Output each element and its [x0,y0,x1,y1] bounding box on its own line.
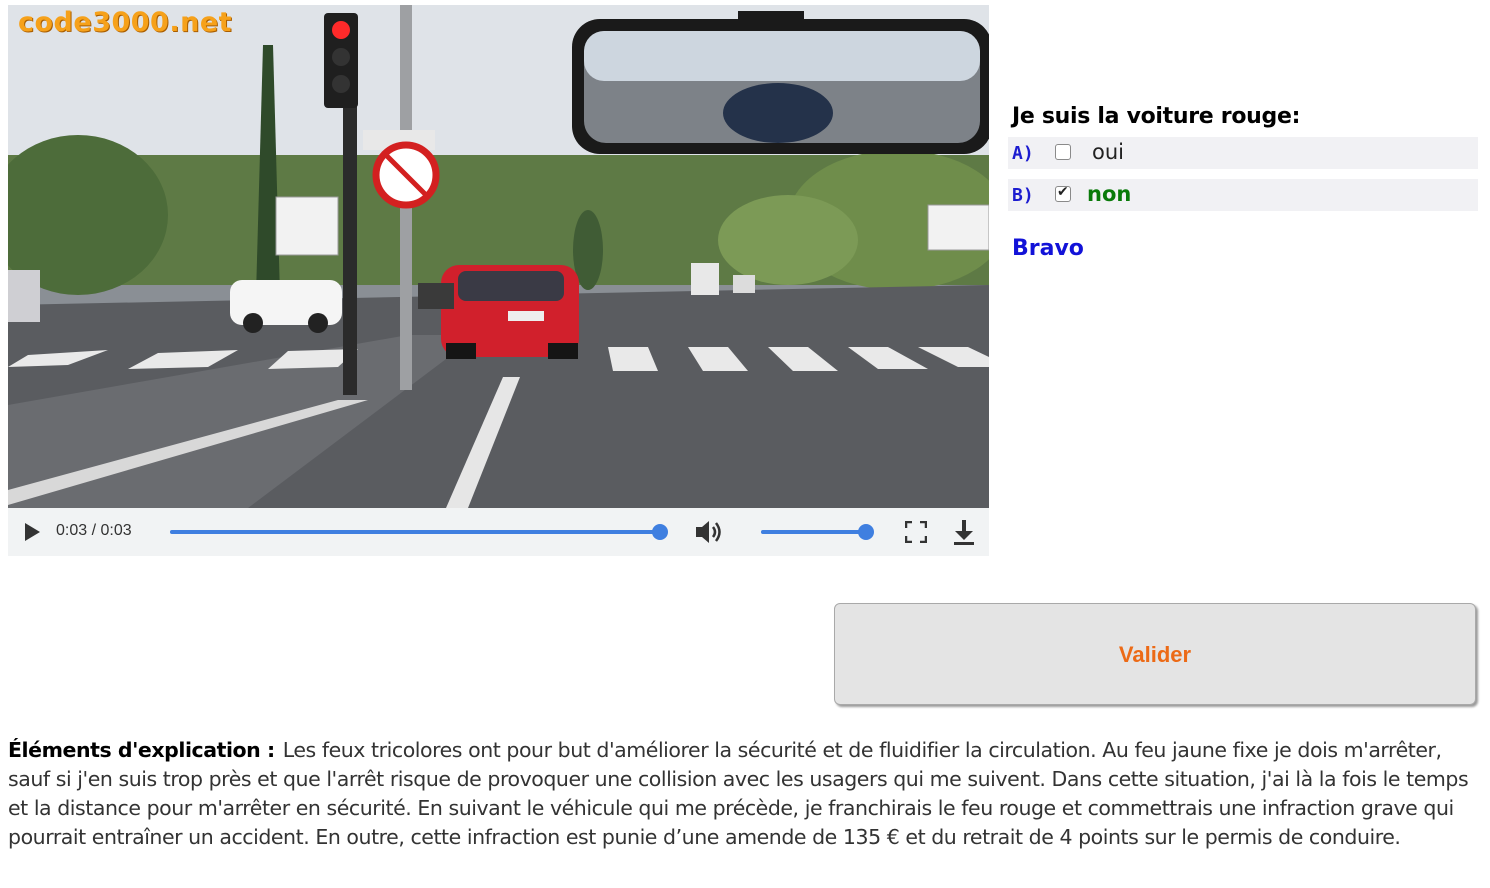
explanation-label: Éléments d'explication : [8,738,275,762]
answer-letter: B) [1012,185,1034,206]
seek-bar-handle[interactable] [652,524,668,540]
volume-slider-fill [761,530,866,534]
fullscreen-icon[interactable] [904,520,928,544]
time-display: 0:03 / 0:03 [56,522,132,540]
video-frame[interactable]: code3000.net [8,5,989,508]
explanation-block: Éléments d'explication : Les feux tricolo… [8,736,1480,852]
volume-slider[interactable] [761,524,874,540]
video-scene [8,5,989,508]
answer-option-a[interactable]: A) oui [1008,137,1478,169]
answer-b-checkbox[interactable]: ✔ [1055,184,1071,202]
question-prompt: Je suis la voiture rouge: [1012,104,1301,129]
answer-option-b[interactable]: B) ✔ non [1008,179,1478,211]
checkmark-icon: ✔ [1057,184,1069,200]
volume-icon[interactable] [694,518,724,546]
watermark: code3000.net [18,7,233,38]
answer-a-checkbox[interactable] [1055,144,1071,160]
play-icon[interactable] [25,523,40,541]
video-controls: 0:03 / 0:03 [8,508,989,556]
volume-slider-handle[interactable] [858,524,874,540]
time-separator: / [87,522,101,539]
seek-bar[interactable] [170,524,668,540]
validate-button[interactable]: Valider [834,603,1476,705]
validate-button-label: Valider [1118,642,1192,667]
download-icon[interactable] [952,518,976,546]
feedback-message: Bravo [1012,236,1084,261]
answer-a-label: oui [1092,140,1124,164]
seek-bar-fill [170,530,660,534]
answer-b-label: non [1087,182,1132,206]
duration: 0:03 [100,522,132,539]
answer-letter: A) [1012,143,1034,164]
current-time: 0:03 [56,522,88,539]
